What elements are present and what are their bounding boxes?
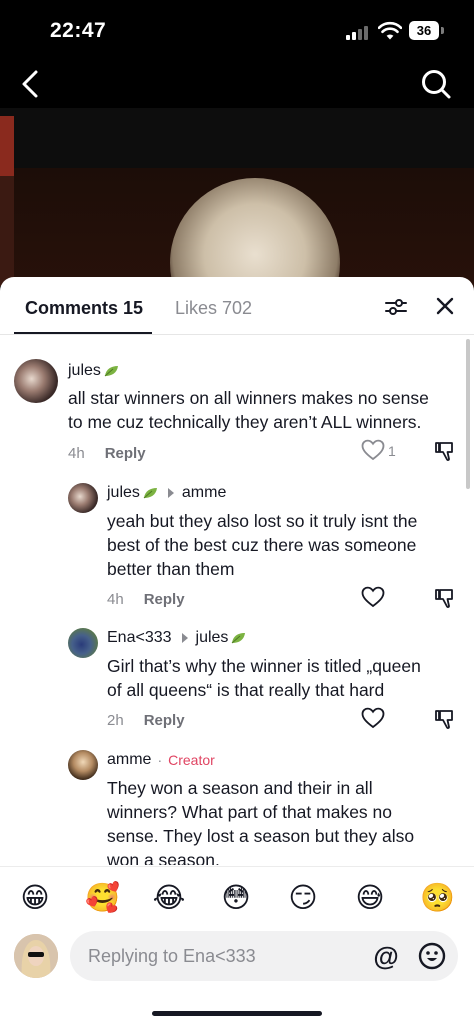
emoji-quick-bar: 😁 🥰 😂 😳 😏 😅 🥺 <box>0 866 474 928</box>
scrollbar[interactable] <box>466 339 470 489</box>
username-text[interactable]: jules <box>68 362 101 380</box>
comment-line: of all queens“ is that really that hard <box>107 680 385 700</box>
username-text[interactable]: jules <box>107 484 140 502</box>
emoji-button[interactable]: 😏 <box>286 881 320 915</box>
filter-icon[interactable] <box>384 295 408 319</box>
comment-meta: 4h Reply <box>68 445 146 462</box>
search-icon[interactable] <box>418 66 454 102</box>
heart-icon[interactable] <box>361 439 385 461</box>
reply-to-username[interactable]: jules <box>196 629 229 647</box>
my-avatar-image <box>14 934 58 978</box>
comment-text: Girl that’s why the winner is titled „qu… <box>107 654 467 702</box>
comment-line: all star winners on all winners makes no… <box>68 388 429 408</box>
my-avatar[interactable] <box>14 934 58 978</box>
leaf-icon <box>143 488 157 499</box>
comment-line: to me cuz technically they aren’t ALL wi… <box>68 412 422 432</box>
reply-button[interactable]: Reply <box>144 712 185 729</box>
dislike-icon[interactable] <box>434 708 456 730</box>
comment-time: 4h <box>68 445 85 462</box>
heart-icon[interactable] <box>361 707 385 729</box>
comment-line: Girl that’s why the winner is titled „qu… <box>107 656 421 676</box>
mention-icon[interactable]: @ <box>372 942 400 970</box>
reply-to-username[interactable]: amme <box>182 484 226 502</box>
video-preview[interactable] <box>0 108 474 288</box>
home-indicator <box>152 1011 322 1016</box>
wifi-icon <box>378 21 402 40</box>
status-time: 22:47 <box>50 19 107 42</box>
comment-text: yeah but they also lost so it truly isnt… <box>107 509 467 581</box>
comment-username[interactable]: jules amme <box>107 484 226 502</box>
comment-list[interactable]: jules all star winners on all winners ma… <box>0 335 474 865</box>
creator-badge: Creator <box>168 752 215 768</box>
emoji-button[interactable]: 🥺 <box>420 881 455 915</box>
heart-icon[interactable] <box>361 586 385 608</box>
avatar[interactable] <box>68 483 98 513</box>
tab-comments[interactable]: Comments 15 <box>25 298 143 319</box>
active-tab-indicator <box>14 332 152 334</box>
comment-text: They won a season and their in all winne… <box>107 776 467 865</box>
comment-username[interactable]: Ena<333 jules <box>107 629 246 647</box>
comment-text: all star winners on all winners makes no… <box>68 386 468 434</box>
emoji-picker-icon[interactable] <box>418 942 446 970</box>
back-icon[interactable] <box>14 66 46 102</box>
emoji-button[interactable]: 😳 <box>219 881 253 915</box>
emoji-button[interactable]: 😁 <box>18 881 52 915</box>
avatar[interactable] <box>14 359 58 403</box>
username-text[interactable]: amme <box>107 751 151 769</box>
like-count: 1 <box>388 443 396 459</box>
avatar[interactable] <box>68 750 98 780</box>
emoji-button[interactable]: 🥰 <box>85 881 120 915</box>
reply-arrow-icon <box>181 633 188 643</box>
signal-icon <box>346 24 370 40</box>
username-text[interactable]: Ena<333 <box>107 629 172 647</box>
comment-line: best of the best cuz there was someone <box>107 535 417 555</box>
comments-tabs: Comments 15 Likes 702 <box>0 277 474 335</box>
reply-bar: @ <box>0 928 474 998</box>
comment-username[interactable]: amme · Creator <box>107 751 215 769</box>
comment-meta: 2h Reply <box>107 712 185 729</box>
leaf-icon <box>104 366 118 377</box>
reply-arrow-icon <box>167 488 174 498</box>
emoji-button[interactable]: 😂 <box>152 881 186 915</box>
comment-line: They won a season and their in all <box>107 778 373 798</box>
dislike-icon[interactable] <box>434 440 456 462</box>
comment-line: better than them <box>107 559 235 579</box>
comment-line: sense. They lost a season but they also <box>107 826 415 846</box>
battery-nub <box>441 27 444 34</box>
battery-indicator: 36 <box>409 21 439 40</box>
video-detail <box>0 116 14 176</box>
comment-line: winners? What part of that makes no <box>107 802 392 822</box>
emoji-button[interactable]: 😅 <box>353 881 387 915</box>
close-icon[interactable] <box>434 295 456 317</box>
status-bar: 22:47 36 <box>0 0 474 60</box>
comment-time: 4h <box>107 591 124 608</box>
avatar[interactable] <box>68 628 98 658</box>
dislike-icon[interactable] <box>434 587 456 609</box>
comment-username[interactable]: jules <box>68 362 119 380</box>
comment-line: won a season. <box>107 850 220 865</box>
tab-likes[interactable]: Likes 702 <box>175 298 252 319</box>
badge-separator: · <box>157 752 163 768</box>
reply-button[interactable]: Reply <box>144 591 185 608</box>
comment-line: yeah but they also lost so it truly isnt… <box>107 511 418 531</box>
comment-meta: 4h Reply <box>107 591 185 608</box>
reply-button[interactable]: Reply <box>105 445 146 462</box>
video-detail <box>0 176 14 286</box>
leaf-icon <box>232 633 246 644</box>
comments-sheet: Comments 15 Likes 702 jules all star win… <box>0 277 474 1026</box>
comment-time: 2h <box>107 712 124 729</box>
